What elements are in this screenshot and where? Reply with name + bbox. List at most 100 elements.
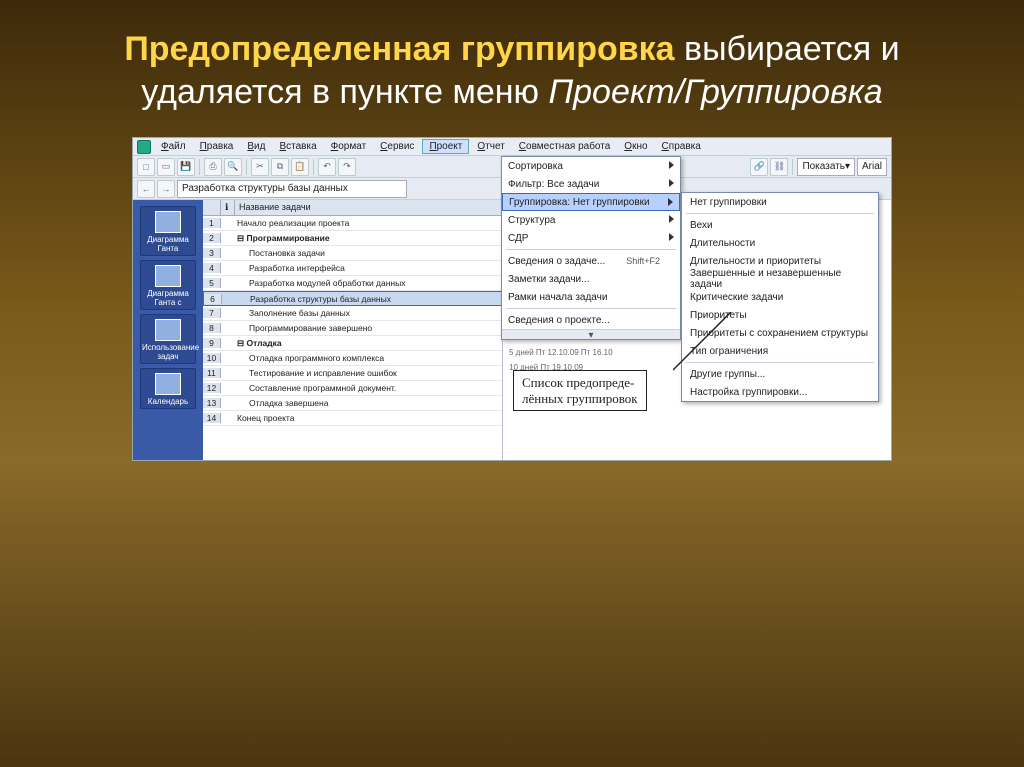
task-name-cell[interactable]: Отладка завершена [235, 398, 502, 408]
col-name-header[interactable]: Название задачи [235, 200, 502, 215]
row-number: 6 [204, 294, 222, 304]
unlink-button[interactable]: ⛓ [770, 158, 788, 176]
row-number: 2 [203, 233, 221, 243]
row-number: 8 [203, 323, 221, 333]
project-menu-item[interactable]: Фильтр: Все задачи [502, 175, 680, 193]
task-name-cell[interactable]: Заполнение базы данных [235, 308, 502, 318]
redo-button[interactable]: ↷ [338, 158, 356, 176]
gantt-hint-a: 5 дней Пт 12.10.09 Пт 16.10 [509, 348, 613, 357]
task-name-cell[interactable]: Отладка программного комплекса [235, 353, 502, 363]
font-dropdown[interactable]: Arial [857, 158, 887, 176]
undo-button[interactable]: ↶ [318, 158, 336, 176]
task-row[interactable]: 14 Конец проекта [203, 411, 502, 426]
task-name-cell[interactable]: ⊟ Отладка [235, 338, 502, 349]
row-number: 12 [203, 383, 221, 393]
view-gantt[interactable]: Диаграмма Ганта [140, 206, 196, 256]
back-button[interactable]: ← [137, 180, 155, 198]
task-name-cell[interactable]: Конец проекта [235, 413, 502, 423]
paste-button[interactable]: 📋 [291, 158, 309, 176]
project-menu-item[interactable]: СДР [502, 229, 680, 247]
task-row[interactable]: 7 Заполнение базы данных [203, 306, 502, 321]
slide-title: Предопределенная группировка выбирается … [0, 0, 1024, 123]
task-row[interactable]: 12 Составление программной документ. [203, 381, 502, 396]
view-task-usage[interactable]: Использование задач [140, 314, 196, 364]
menu-collab[interactable]: Совместная работа [513, 140, 617, 153]
task-row[interactable]: 4Разработка интерфейса [203, 261, 502, 276]
task-name-cell[interactable]: Разработка структуры базы данных [236, 294, 501, 304]
usage-icon [155, 319, 181, 341]
fwd-button[interactable]: → [157, 180, 175, 198]
task-name-cell[interactable]: ⊟ Программирование [235, 233, 502, 244]
col-indicator-header[interactable]: ℹ [221, 200, 235, 215]
task-row[interactable]: 9 ⊟ Отладка [203, 336, 502, 351]
row-number: 5 [203, 278, 221, 288]
view-bar: Диаграмма Ганта Диаграмма Ганта с Исполь… [133, 200, 203, 460]
project-menu-item[interactable]: Структура [502, 211, 680, 229]
open-button[interactable]: ▭ [157, 158, 175, 176]
menu-report[interactable]: Отчет [471, 140, 510, 153]
task-row[interactable]: 6 Разработка структуры базы данных [203, 291, 502, 306]
menu-format[interactable]: Формат [325, 140, 373, 153]
project-menu-item[interactable]: Рамки начала задачи [502, 288, 680, 306]
cut-button[interactable]: ✂ [251, 158, 269, 176]
project-menu-item[interactable]: Заметки задачи... [502, 270, 680, 288]
task-row[interactable]: 1Начало реализации проекта [203, 216, 502, 231]
task-row[interactable]: 5 Разработка модулей обработки данных [203, 276, 502, 291]
submenu-arrow-icon [669, 215, 674, 223]
submenu-arrow-icon [668, 198, 673, 206]
view-calendar[interactable]: Календарь [140, 368, 196, 409]
menu-service[interactable]: Сервис [374, 140, 420, 153]
title-italic: Проект/Группировка [548, 73, 882, 111]
task-row[interactable]: 2 ⊟ Программирование [203, 231, 502, 246]
grouping-option[interactable]: Вехи [682, 216, 878, 234]
row-number: 13 [203, 398, 221, 408]
save-button[interactable]: 💾 [177, 158, 195, 176]
link-button[interactable]: 🔗 [750, 158, 768, 176]
project-menu-item[interactable]: Сведения о задаче...Shift+F2 [502, 252, 680, 270]
row-number: 11 [203, 368, 221, 378]
show-dropdown[interactable]: Показать ▾ [797, 158, 855, 176]
task-name-cell[interactable]: Начало реализации проекта [235, 218, 502, 228]
callout-box: Список предопреде- лённых группировок [513, 370, 647, 411]
project-menu-item[interactable]: Сортировка [502, 157, 680, 175]
task-name-cell[interactable]: Составление программной документ. [235, 383, 502, 393]
new-button[interactable]: □ [137, 158, 155, 176]
task-name-cell[interactable]: Тестирование и исправление ошибок [235, 368, 502, 378]
row-number: 3 [203, 248, 221, 258]
task-name-cell[interactable]: Разработка интерфейса [235, 263, 502, 273]
menu-view[interactable]: Вид [241, 140, 271, 153]
grouping-option[interactable]: Длительности [682, 234, 878, 252]
preview-button[interactable]: 🔍 [224, 158, 242, 176]
menu-window[interactable]: Окно [618, 140, 653, 153]
task-name-cell[interactable]: Разработка модулей обработки данных [235, 278, 502, 288]
menu-edit[interactable]: Правка [194, 140, 240, 153]
task-name-cell[interactable]: Постановка задачи [235, 248, 502, 258]
task-row[interactable]: 10Отладка программного комплекса [203, 351, 502, 366]
menu-help[interactable]: Справка [656, 140, 707, 153]
grouping-option[interactable]: Настройка группировки... [682, 383, 878, 401]
project-menu-item[interactable]: Группировка: Нет группировки [502, 193, 680, 211]
row-number: 7 [203, 308, 221, 318]
grouping-option[interactable]: Критические задачи [682, 288, 878, 306]
task-row[interactable]: 13 Отладка завершена [203, 396, 502, 411]
col-num-header[interactable] [203, 200, 221, 215]
task-name-cell[interactable]: Программирование завершено [235, 323, 502, 333]
print-button[interactable]: ⎙ [204, 158, 222, 176]
copy-button[interactable]: ⧉ [271, 158, 289, 176]
menu-file[interactable]: Файл [155, 140, 192, 153]
row-number: 14 [203, 413, 221, 423]
task-row[interactable]: 11 Тестирование и исправление ошибок [203, 366, 502, 381]
view-gantt-tracking[interactable]: Диаграмма Ганта с [140, 260, 196, 310]
task-row[interactable]: 8 Программирование завершено [203, 321, 502, 336]
breadcrumb: Разработка структуры базы данных [182, 183, 348, 194]
row-number: 9 [203, 338, 221, 348]
menu-insert[interactable]: Вставка [273, 140, 322, 153]
grouping-option[interactable]: Завершенные и незавершенные задачи [682, 270, 878, 288]
menu-project[interactable]: Проект [422, 139, 469, 154]
grouping-option[interactable]: Нет группировки [682, 193, 878, 211]
submenu-arrow-icon [669, 179, 674, 187]
task-row[interactable]: 3 Постановка задачи [203, 246, 502, 261]
task-path-field[interactable]: Разработка структуры базы данных [177, 180, 407, 198]
project-menu-item[interactable]: Сведения о проекте... [502, 311, 680, 329]
sheet-header: ℹ Название задачи [203, 200, 502, 216]
